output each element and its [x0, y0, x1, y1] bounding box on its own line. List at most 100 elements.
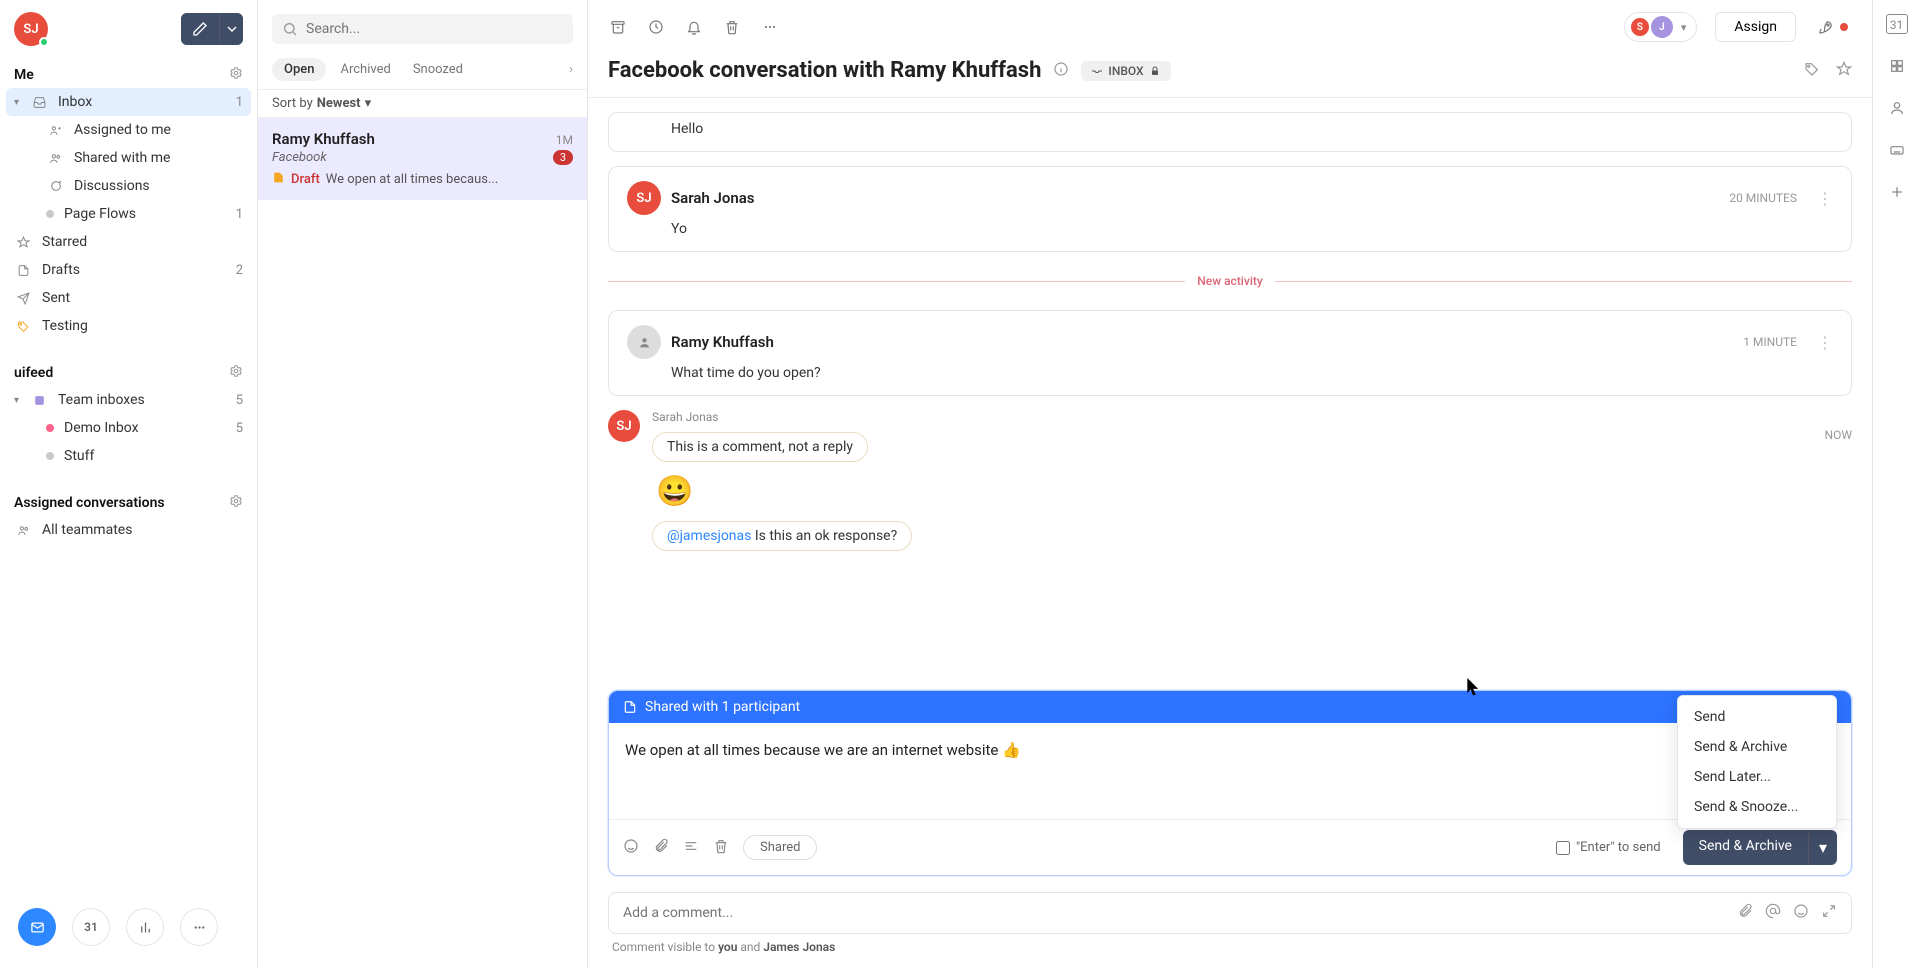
note-time: NOW: [1825, 428, 1852, 442]
comment-input[interactable]: [623, 905, 1737, 921]
info-icon[interactable]: [1053, 61, 1069, 81]
send-option-send-later[interactable]: Send Later...: [1678, 762, 1836, 792]
gear-icon[interactable]: [229, 364, 243, 382]
send-option-send[interactable]: Send: [1678, 702, 1836, 732]
nav-assigned-to-me[interactable]: Assigned to me: [0, 116, 257, 144]
message-menu-button[interactable]: ⋮: [1817, 333, 1833, 352]
inbox-fab[interactable]: [18, 908, 56, 946]
star-icon: [14, 236, 32, 249]
gear-icon[interactable]: [229, 494, 243, 512]
gear-icon[interactable]: [229, 66, 243, 84]
sort-row[interactable]: Sort by Newest ▾: [258, 90, 587, 117]
visibility-other: James Jonas: [763, 940, 835, 954]
nav-team-inboxes[interactable]: ▾ Team inboxes 5: [0, 386, 257, 414]
nav-sent[interactable]: Sent: [0, 284, 257, 312]
notification-dot: [1840, 23, 1848, 31]
mention-button[interactable]: [1765, 903, 1781, 923]
search-wrap: [258, 0, 587, 58]
nav-drafts[interactable]: Drafts 2: [0, 256, 257, 284]
note-line-2: @jamesjonas Is this an ok response?: [652, 521, 912, 551]
comment-box[interactable]: [608, 892, 1852, 934]
nav-inbox[interactable]: ▾ Inbox 1: [6, 88, 251, 116]
message-menu-button[interactable]: ⋮: [1817, 189, 1833, 208]
nav-demo-inbox[interactable]: Demo Inbox 5: [0, 414, 257, 442]
enter-to-send-checkbox[interactable]: [1556, 841, 1570, 855]
composer-textarea[interactable]: We open at all times because we are an i…: [609, 723, 1851, 819]
inbox-icon: [30, 96, 48, 109]
composer-header[interactable]: Shared with 1 participant: [609, 691, 1851, 723]
quick-actions[interactable]: [1814, 15, 1852, 39]
nav-stuff[interactable]: Stuff: [0, 442, 257, 470]
nav-inbox-label: Inbox: [58, 94, 92, 110]
message-body: What time do you open?: [671, 365, 1833, 381]
nav-testing[interactable]: Testing: [0, 312, 257, 340]
tag-button[interactable]: [1804, 61, 1820, 81]
more-fab[interactable]: [180, 908, 218, 946]
assign-button[interactable]: Assign: [1715, 12, 1796, 42]
rail-keyboard[interactable]: [1887, 140, 1907, 160]
chart-icon: [138, 920, 153, 935]
inbox-tag[interactable]: INBOX: [1081, 61, 1170, 81]
search-box[interactable]: [272, 14, 573, 44]
enter-to-send-toggle[interactable]: "Enter" to send: [1556, 840, 1661, 855]
conversation-list-item[interactable]: Ramy Khuffash 1M Facebook 3 Draft We ope…: [258, 118, 587, 200]
chevron-down-icon: ▾: [14, 97, 28, 108]
nav-all-teammates[interactable]: All teammates: [0, 516, 257, 544]
participants-pill[interactable]: S J ▾: [1624, 12, 1698, 42]
attach-button[interactable]: [653, 838, 669, 858]
team-icon: [30, 394, 48, 407]
snooze-button[interactable]: [646, 17, 666, 37]
nav-starred[interactable]: Starred: [0, 228, 257, 256]
discard-button[interactable]: [713, 838, 729, 858]
rail-add[interactable]: [1887, 182, 1907, 202]
mail-icon: [30, 920, 45, 935]
emoji-button[interactable]: [1793, 903, 1809, 923]
nav-demo-inbox-label: Demo Inbox: [64, 420, 139, 436]
archive-button[interactable]: [608, 17, 628, 37]
mention[interactable]: @jamesjonas: [667, 528, 751, 544]
nav-page-flows-count: 1: [236, 207, 243, 222]
compose-button[interactable]: [181, 13, 219, 45]
nav-team-inboxes-count: 5: [236, 393, 243, 408]
rail-contact[interactable]: [1887, 98, 1907, 118]
more-button[interactable]: [760, 17, 780, 37]
visibility-pill[interactable]: Shared: [743, 835, 817, 860]
expand-button[interactable]: [1821, 903, 1837, 923]
inbox-tag-label: INBOX: [1108, 64, 1143, 78]
emoji-button[interactable]: [623, 838, 639, 858]
send-options-menu: Send Send & Archive Send Later... Send &…: [1677, 695, 1837, 829]
attach-button[interactable]: [1737, 903, 1753, 923]
compose-dropdown[interactable]: [219, 13, 243, 45]
star-button[interactable]: [1836, 61, 1852, 81]
nav-discussions[interactable]: Discussions: [0, 172, 257, 200]
send-option-send-archive[interactable]: Send & Archive: [1678, 732, 1836, 762]
nav-shared-label: Shared with me: [74, 150, 170, 166]
tag-icon: [14, 320, 32, 333]
tab-open[interactable]: Open: [272, 58, 326, 81]
chevron-right-icon[interactable]: ›: [569, 62, 573, 77]
user-avatar[interactable]: SJ: [14, 12, 48, 46]
rail-calendar[interactable]: 31: [1886, 14, 1908, 34]
nav-inbox-count: 1: [236, 95, 243, 110]
analytics-fab[interactable]: [126, 908, 164, 946]
calendar-fab[interactable]: 31: [72, 908, 110, 946]
conv-item-channel: Facebook: [272, 150, 327, 165]
send-dropdown-toggle[interactable]: ▾: [1808, 830, 1837, 865]
tab-snoozed[interactable]: Snoozed: [405, 58, 471, 81]
nav-page-flows[interactable]: Page Flows 1: [0, 200, 257, 228]
message-thread[interactable]: Hello SJ Sarah Jonas 20 MINUTES ⋮ Yo New…: [588, 98, 1872, 690]
send-button[interactable]: Send & Archive: [1683, 830, 1808, 865]
rail-integrations[interactable]: [1887, 56, 1907, 76]
calendar-day: 31: [84, 920, 98, 934]
section-assigned: Assigned conversations: [0, 486, 257, 516]
search-input[interactable]: [306, 21, 563, 37]
format-button[interactable]: [683, 838, 699, 858]
visibility-you: you: [718, 940, 737, 954]
conv-item-preview: We open at all times becaus...: [326, 172, 499, 187]
send-option-send-snooze[interactable]: Send & Snooze...: [1678, 792, 1836, 822]
notification-button[interactable]: [684, 17, 704, 37]
delete-button[interactable]: [722, 17, 742, 37]
nav-shared-with-me[interactable]: Shared with me: [0, 144, 257, 172]
tab-archived[interactable]: Archived: [332, 58, 398, 81]
nav-all-teammates-label: All teammates: [42, 522, 132, 538]
